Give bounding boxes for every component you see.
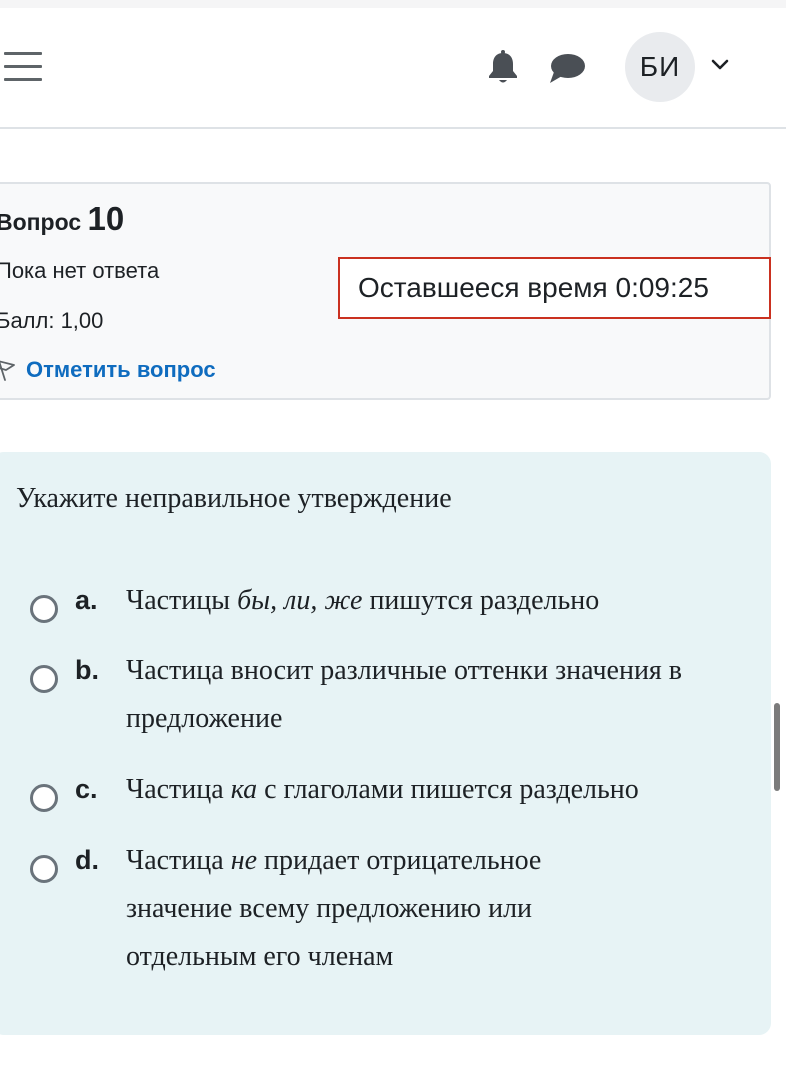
timer-value: 0:09:25 [615, 272, 709, 303]
user-avatar[interactable]: БИ [625, 32, 695, 102]
question-number: 10 [87, 200, 125, 237]
top-strip [0, 0, 786, 8]
hamburger-icon[interactable] [0, 50, 44, 86]
question-status: Пока нет ответа [0, 258, 160, 283]
answer-radio-b[interactable] [30, 665, 58, 693]
answer-radio-d[interactable] [30, 855, 58, 883]
time-remaining-box: Оставшееся время 0:09:25 [338, 257, 771, 319]
chevron-down-icon[interactable] [710, 58, 730, 72]
question-title: Вопрос 10 [0, 200, 124, 238]
answer-letter: d. [75, 845, 99, 875]
answer-radio-c[interactable] [30, 784, 58, 812]
top-navbar: БИ [0, 8, 786, 129]
question-grade: Балл: 1,00 [0, 308, 104, 333]
answer-letter: c. [75, 774, 98, 804]
chat-bubble-icon[interactable] [548, 52, 586, 86]
answer-text: Частицы бы, ли, же пишутся раздельно [126, 585, 600, 616]
question-prompt: Укажите неправильное утверждение [16, 483, 452, 514]
bell-icon[interactable] [486, 50, 520, 86]
answer-text: Частица вносит различные оттенки значени… [126, 655, 683, 734]
answer-letter: a. [75, 585, 98, 615]
flag-question-link[interactable]: Отметить вопрос [0, 356, 216, 384]
timer-label: Оставшееся время [358, 272, 608, 303]
answer-letter: b. [75, 655, 99, 685]
flag-question-label[interactable]: Отметить вопрос [26, 357, 216, 383]
scrollbar-thumb[interactable] [774, 703, 780, 791]
answer-text: Частица не придает отрицательное значени… [126, 845, 542, 972]
answer-radio-a[interactable] [30, 595, 58, 623]
question-title-prefix: Вопрос [0, 209, 82, 235]
answer-text: Частица ка с глаголами пишется раздельно [126, 774, 639, 805]
flag-outline-icon [0, 360, 15, 381]
